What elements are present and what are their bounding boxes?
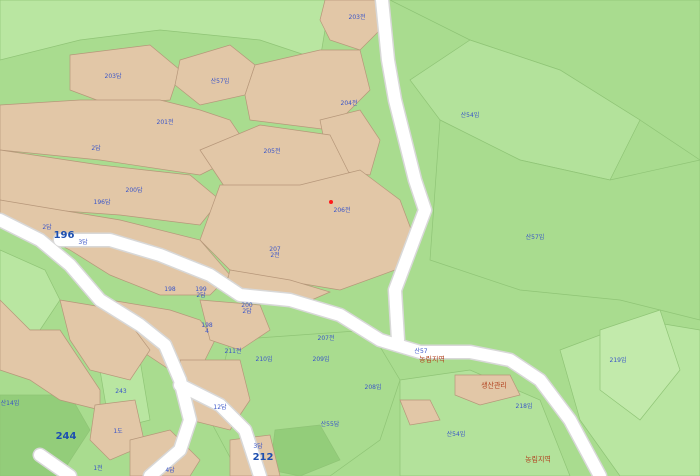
lot-label: 200답 [125, 187, 143, 194]
lot-label: 200 2답 [241, 302, 253, 315]
zone-label: 농림지역 [525, 455, 551, 464]
lot-label: 4답 [165, 467, 175, 474]
lot-label: 205전 [263, 148, 281, 155]
lot-label: 산54임 [460, 112, 480, 119]
lot-label: 산57 [414, 348, 428, 355]
lot-label: 211전 [224, 348, 242, 355]
lot-label: 219임 [609, 357, 627, 364]
lot-label: 208임 [364, 384, 382, 391]
lot-label: 206전 [333, 207, 351, 214]
route-number: 196 [53, 230, 75, 241]
location-marker-icon[interactable] [329, 200, 333, 204]
lot-label: 2답 [42, 224, 52, 231]
lot-label: 218임 [515, 403, 533, 410]
lot-label: 198 4 [201, 322, 213, 335]
zone-label: 농림지역 [419, 355, 445, 364]
lot-label: 203답 [104, 73, 122, 80]
zone-label: 생산관리 [481, 381, 507, 390]
lot-label: 1도 [113, 428, 123, 435]
lot-label: 207 2전 [269, 246, 281, 259]
lot-label: 201전 [156, 119, 174, 126]
lot-label: 1전 [93, 465, 103, 472]
map-canvas[interactable]: 203전 203답 산57임 201전 204전 산54임 2답 205전 20… [0, 0, 700, 476]
lot-label: 산14임 [0, 400, 20, 407]
lot-label: 198 [164, 286, 176, 293]
lot-label: 209임 [312, 356, 330, 363]
lot-label: 210임 [255, 356, 273, 363]
lot-label: 산54임 [446, 431, 466, 438]
lot-label: 2답 [91, 145, 101, 152]
lot-label: 196답 [93, 199, 111, 206]
lot-label: 199 2답 [195, 286, 207, 299]
route-number: 212 [252, 452, 274, 463]
lot-label: 산55답 [320, 421, 340, 428]
lot-label: 산57임 [525, 234, 545, 241]
lot-label: 243 [115, 388, 127, 395]
lot-label: 203전 [348, 14, 366, 21]
lot-label: 207전 [317, 335, 335, 342]
route-number: 244 [55, 431, 77, 442]
lot-label: 3답 [78, 239, 88, 246]
lot-label: 204전 [340, 100, 358, 107]
lot-label: 12답 [213, 404, 227, 411]
lot-label: 산57임 [210, 78, 230, 85]
lot-label: 3답 [253, 443, 263, 450]
map-layer [0, 0, 700, 476]
